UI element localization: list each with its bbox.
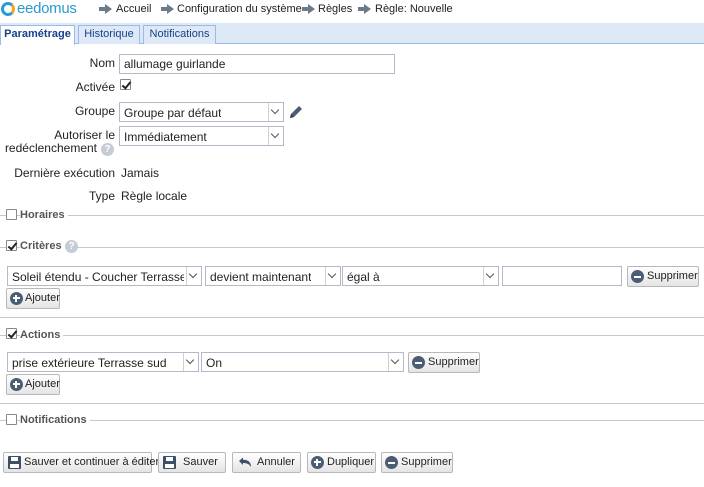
section-divider [0, 247, 704, 248]
criteria-add-label: Ajouter [25, 292, 60, 304]
section-divider [0, 403, 704, 404]
notifications-title: Notifications [20, 414, 90, 426]
breadcrumb-regles[interactable]: Règles [318, 3, 352, 15]
chevron-down-icon[interactable] [325, 267, 340, 285]
cancel-button[interactable]: Annuler [232, 452, 301, 473]
type-label: Type [88, 189, 115, 203]
action-delete-button[interactable]: Supprimer [408, 352, 480, 373]
chevron-down-icon[interactable] [268, 127, 283, 145]
chevron-down-icon[interactable] [186, 267, 201, 285]
breadcrumb-configuration[interactable]: Configuration du système [177, 3, 302, 15]
breadcrumb-arrow-icon [302, 4, 315, 14]
action-add-button[interactable]: Ajouter [6, 374, 60, 395]
save-continue-label: Sauver et continuer à éditer [24, 456, 160, 468]
criteria-operator-select[interactable]: égal à [342, 266, 499, 286]
notifications-checkbox[interactable] [6, 414, 17, 425]
cancel-label: Annuler [257, 456, 295, 468]
retrigger-select-value: Immédiatement [124, 130, 207, 144]
plus-circle-icon [10, 292, 23, 305]
save-icon [8, 456, 21, 469]
help-icon[interactable]: ? [101, 143, 114, 156]
section-divider [0, 215, 704, 216]
group-select-value: Groupe par défaut [124, 106, 222, 120]
minus-circle-icon [412, 356, 425, 369]
save-label: Sauver [183, 456, 218, 468]
breadcrumb-arrow-icon [161, 4, 174, 14]
criteria-operator-value: égal à [347, 270, 380, 284]
type-value: Règle locale [121, 189, 188, 203]
criteria-delete-button[interactable]: Supprimer [627, 266, 699, 287]
criteres-checkbox[interactable] [6, 240, 17, 251]
horaires-title: Horaires [20, 209, 68, 221]
breadcrumb-arrow-icon [358, 4, 371, 14]
eedomus-logo[interactable]: eedomus [0, 0, 77, 17]
chevron-down-icon[interactable] [388, 353, 403, 371]
section-divider [0, 420, 704, 421]
chevron-down-icon[interactable] [483, 267, 498, 285]
minus-circle-icon [385, 456, 398, 469]
action-value-text: On [206, 356, 223, 370]
breadcrumb-arrow-icon [99, 4, 112, 14]
last-execution-value: Jamais [121, 166, 160, 180]
save-continue-button[interactable]: Sauver et continuer à éditer [3, 452, 159, 473]
tab-parametrage[interactable]: Paramétrage [0, 25, 75, 45]
section-divider [0, 317, 704, 318]
action-add-label: Ajouter [25, 378, 60, 390]
duplicate-label: Dupliquer [327, 456, 375, 468]
breadcrumb-accueil[interactable]: Accueil [116, 3, 151, 15]
group-select[interactable]: Groupe par défaut [119, 102, 284, 122]
delete-rule-label: Supprimer [401, 456, 452, 468]
name-field[interactable] [119, 54, 395, 74]
horaires-checkbox[interactable] [6, 209, 17, 220]
criteria-condition-value: devient maintenant [210, 270, 312, 284]
actions-checkbox[interactable] [6, 328, 17, 339]
criteria-device-select[interactable]: Soleil étendu - Coucher Terrasse sud [7, 266, 202, 286]
undo-icon [239, 457, 251, 467]
save-button[interactable]: Sauver [158, 452, 226, 473]
duplicate-button[interactable]: Dupliquer [307, 452, 376, 473]
action-value-select[interactable]: On [201, 352, 404, 372]
action-delete-label: Supprimer [428, 356, 479, 368]
retrigger-select[interactable]: Immédiatement [119, 126, 284, 146]
logo-text: eedomus [17, 0, 77, 17]
criteres-title: Critères [20, 240, 65, 252]
breadcrumb-current-rule: Règle: Nouvelle [375, 3, 453, 15]
help-icon[interactable]: ? [65, 240, 78, 253]
criteria-device-value: Soleil étendu - Coucher Terrasse sud [12, 270, 184, 284]
group-label: Groupe [74, 104, 115, 118]
delete-rule-button[interactable]: Supprimer [381, 452, 453, 473]
plus-circle-icon [10, 378, 23, 391]
logo-icon [1, 2, 15, 16]
criteria-condition-select[interactable]: devient maintenant [205, 266, 341, 286]
action-device-select[interactable]: prise extérieure Terrasse sud [7, 352, 199, 372]
pencil-edit-icon[interactable] [288, 104, 304, 120]
top-bar: eedomus Accueil Configuration du système… [0, 0, 704, 18]
action-device-value: prise extérieure Terrasse sud [12, 356, 167, 370]
active-checkbox[interactable] [120, 79, 131, 90]
section-divider [0, 335, 704, 336]
criteria-add-button[interactable]: Ajouter [6, 288, 60, 309]
save-icon [163, 456, 176, 469]
chevron-down-icon[interactable] [183, 353, 198, 371]
tab-historique[interactable]: Historique [78, 25, 140, 44]
active-label: Activée [75, 80, 115, 94]
duplicate-icon [311, 456, 324, 469]
name-label: Nom [89, 56, 115, 70]
actions-title: Actions [20, 329, 64, 341]
criteria-delete-label: Supprimer [647, 270, 698, 282]
minus-circle-icon [631, 270, 644, 283]
tab-strip: Paramétrage Historique Notifications [0, 23, 704, 45]
last-execution-label: Dernière exécution [14, 166, 115, 180]
criteria-value-field[interactable] [502, 266, 622, 286]
retrigger-label-line2: redéclenchement [4, 141, 97, 155]
tab-notifications[interactable]: Notifications [143, 25, 216, 44]
chevron-down-icon[interactable] [268, 103, 283, 121]
